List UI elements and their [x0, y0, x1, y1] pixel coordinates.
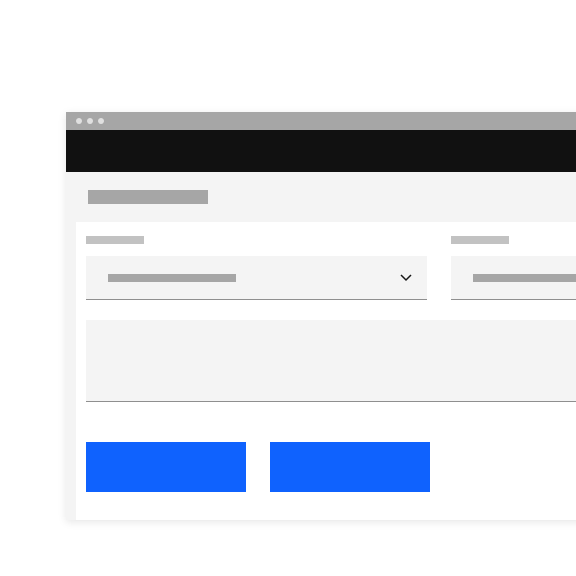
app-header [66, 130, 576, 172]
select-input-2[interactable] [451, 256, 576, 300]
textarea-input[interactable] [86, 320, 576, 402]
field-label [451, 236, 509, 244]
form-card [76, 222, 576, 520]
select-value [108, 274, 236, 282]
chevron-down-icon [399, 271, 413, 285]
close-icon[interactable] [76, 118, 82, 124]
page-content [66, 172, 576, 520]
minimize-icon[interactable] [87, 118, 93, 124]
page-title [88, 190, 208, 204]
window-titlebar [66, 112, 576, 130]
button-row [86, 442, 576, 492]
primary-button[interactable] [86, 442, 246, 492]
select-value [473, 274, 576, 282]
form-field-1 [86, 236, 427, 300]
select-input-1[interactable] [86, 256, 427, 300]
form-field-2 [451, 236, 576, 300]
field-label [86, 236, 144, 244]
browser-window [66, 112, 576, 520]
secondary-button[interactable] [270, 442, 430, 492]
maximize-icon[interactable] [98, 118, 104, 124]
form-row [86, 236, 576, 300]
